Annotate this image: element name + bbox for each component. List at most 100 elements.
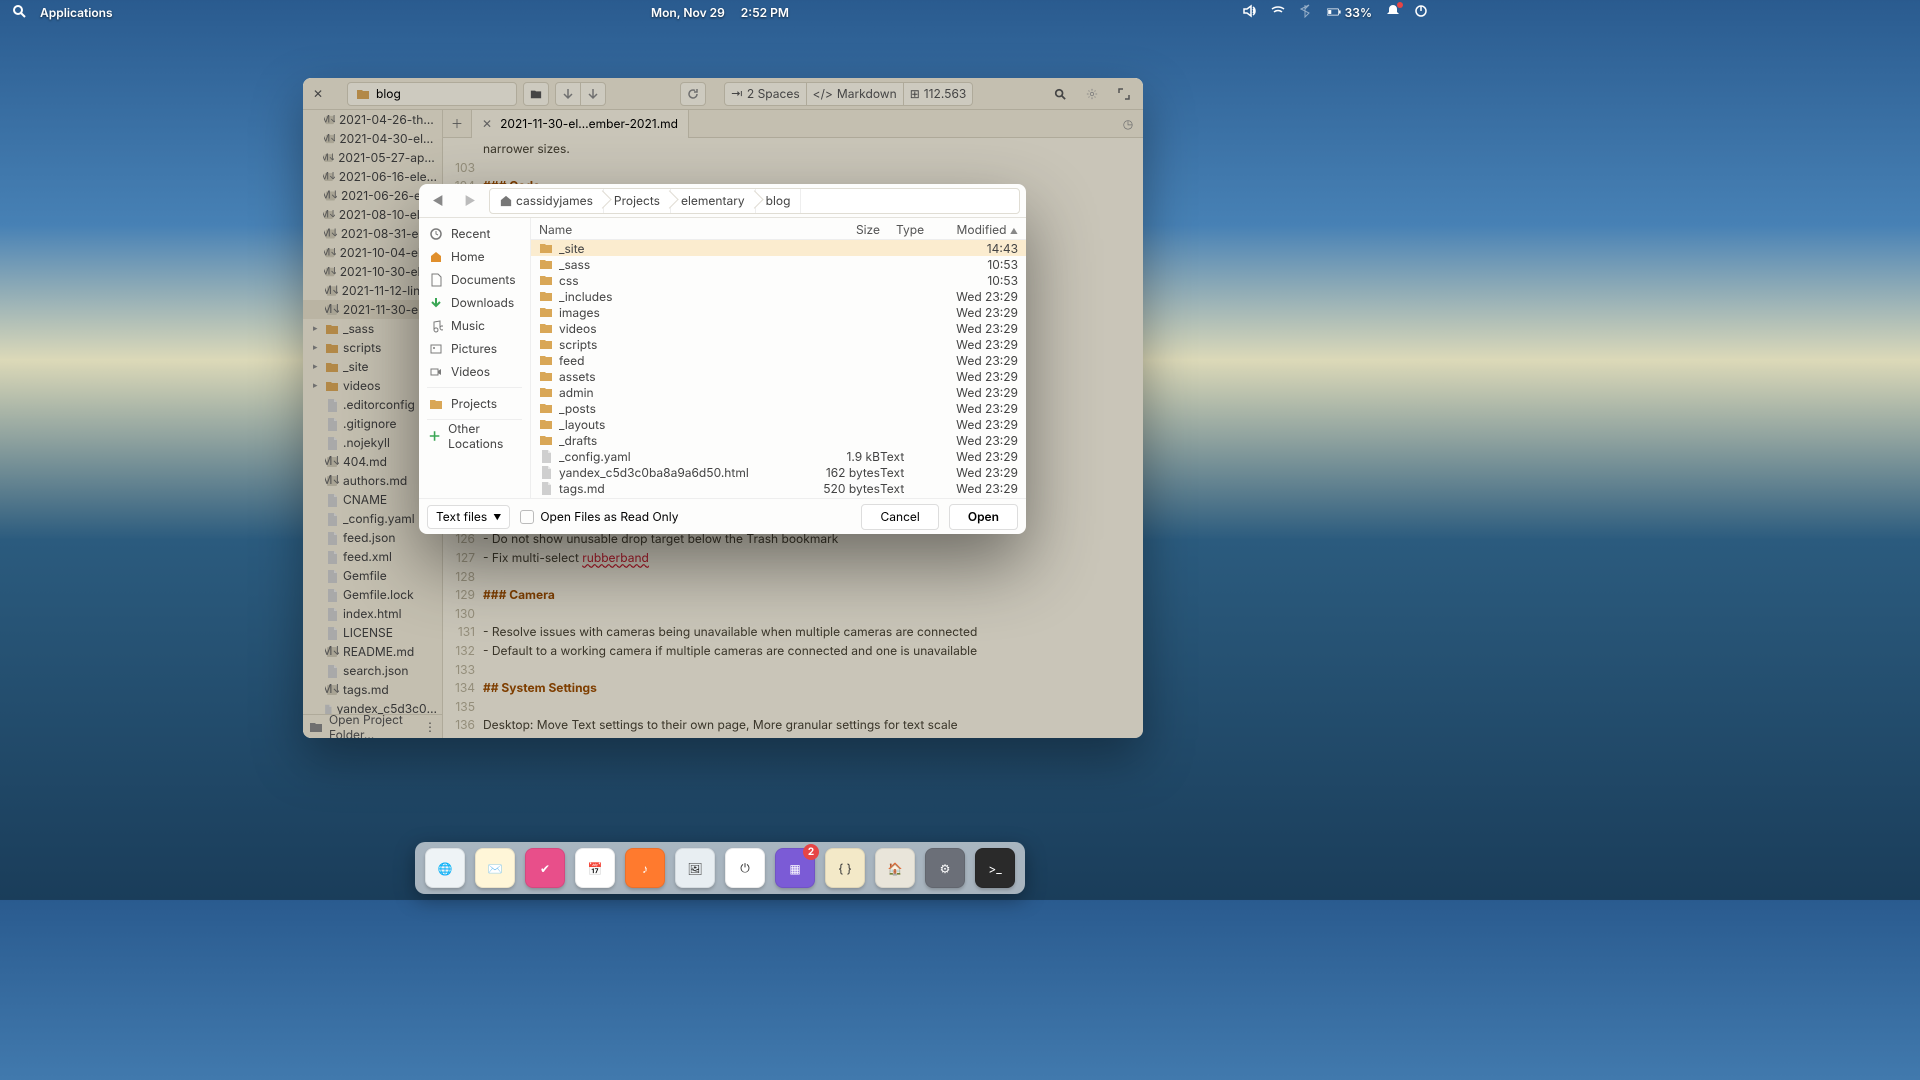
open-project-folder[interactable]: Open Project Folder…	[329, 712, 418, 739]
sidebar-item[interactable]: M↓tags.md	[303, 680, 442, 699]
sidebar-item[interactable]: Gemfile.lock	[303, 585, 442, 604]
settings-button[interactable]	[1079, 82, 1105, 106]
file-row[interactable]: _config.yaml1.9 kBTextWed 23:29	[531, 448, 1026, 464]
file-row[interactable]: _includesWed 23:29	[531, 288, 1026, 304]
window-close-button[interactable]: ✕	[309, 86, 327, 101]
file-row[interactable]: scriptsWed 23:29	[531, 336, 1026, 352]
file-row[interactable]: css10:53	[531, 272, 1026, 288]
sidebar-item[interactable]: M↓README.md	[303, 642, 442, 661]
dock-app-switch[interactable]: ⏻	[725, 848, 765, 888]
place-recent[interactable]: Recent	[419, 222, 530, 245]
other-locations[interactable]: Other Locations	[419, 424, 530, 447]
close-tab-icon[interactable]: ✕	[482, 116, 492, 131]
sidebar-item[interactable]: feed.xml	[303, 547, 442, 566]
indent-spaces[interactable]: ⇥ 2 Spaces	[724, 82, 807, 106]
breadcrumb-segment[interactable]: cassidyjames	[490, 189, 604, 213]
dock-app-files[interactable]: 🏠	[875, 848, 915, 888]
sidebar-item[interactable]: M↓2021-04-30-eleme…	[303, 129, 442, 148]
file-row[interactable]: _sass10:53	[531, 256, 1026, 272]
sidebar-item[interactable]: M↓2021-04-26-the-ne…	[303, 110, 442, 129]
file-row[interactable]: _draftsWed 23:29	[531, 432, 1026, 448]
dock-app-calendar[interactable]: 📅	[575, 848, 615, 888]
dock: 🌐✉️✔📅♪🖼⏻▦2{ }🏠⚙>_	[415, 842, 1025, 894]
search-icon[interactable]	[12, 4, 26, 21]
svg-text:M↓: M↓	[325, 683, 339, 696]
sidebar-item[interactable]: Gemfile	[303, 566, 442, 585]
file-row[interactable]: _postsWed 23:29	[531, 400, 1026, 416]
open-folder-button[interactable]	[523, 82, 549, 106]
place-downloads[interactable]: Downloads	[419, 291, 530, 314]
dock-app-music[interactable]: ♪	[625, 848, 665, 888]
svg-text:M↓: M↓	[325, 474, 339, 487]
file-row[interactable]: adminWed 23:29	[531, 384, 1026, 400]
file-row[interactable]: videosWed 23:29	[531, 320, 1026, 336]
open-button[interactable]: Open	[949, 504, 1018, 530]
code-toolbar: ✕ blog ⇥ 2 Spaces </> Markdown ⊞ 112.563	[303, 78, 1143, 110]
tab-bar: ＋ ✕ 2021-11-30-el…ember-2021.md ◷	[443, 110, 1143, 138]
nav-forward-button[interactable]: ▶	[457, 188, 483, 214]
top-panel: Applications Mon, Nov 29 2:52 PM 33%	[0, 0, 1440, 24]
new-tab-button[interactable]: ＋	[443, 115, 471, 132]
search-button[interactable]	[1047, 82, 1073, 106]
bluetooth-icon[interactable]	[1299, 4, 1313, 21]
file-row[interactable]: assetsWed 23:29	[531, 368, 1026, 384]
breadcrumb-segment[interactable]: blog	[756, 189, 802, 213]
panel-time[interactable]: 2:52 PM	[741, 5, 789, 20]
revert-button[interactable]	[680, 82, 706, 106]
language-mode[interactable]: </> Markdown	[806, 82, 904, 106]
save-button[interactable]	[555, 82, 581, 106]
svg-text:M↓: M↓	[325, 455, 339, 468]
svg-text:M↓: M↓	[324, 227, 337, 240]
wifi-icon[interactable]	[1271, 4, 1285, 21]
cancel-button[interactable]: Cancel	[861, 504, 938, 530]
tab-history-icon[interactable]: ◷	[1113, 116, 1143, 131]
sidebar-item[interactable]: index.html	[303, 604, 442, 623]
save-all-button[interactable]	[580, 82, 606, 106]
place-videos[interactable]: Videos	[419, 360, 530, 383]
sidebar-item[interactable]: search.json	[303, 661, 442, 680]
power-icon[interactable]	[1414, 4, 1428, 21]
dock-app-web[interactable]: 🌐	[425, 848, 465, 888]
place-documents[interactable]: Documents	[419, 268, 530, 291]
dock-app-tasks[interactable]: ✔	[525, 848, 565, 888]
place-pictures[interactable]: Pictures	[419, 337, 530, 360]
dock-app-appcenter[interactable]: ▦2	[775, 848, 815, 888]
dock-app-photos[interactable]: 🖼	[675, 848, 715, 888]
file-list-header[interactable]: Name Size Type Modified ▲	[531, 218, 1026, 240]
applications-menu[interactable]: Applications	[40, 5, 113, 20]
file-row[interactable]: tags.md520 bytesTextWed 23:29	[531, 480, 1026, 496]
sidebar-item[interactable]: M↓2021-06-16-elemen…	[303, 167, 442, 186]
breadcrumb[interactable]: cassidyjamesProjectselementaryblog	[489, 188, 1020, 214]
maximize-button[interactable]	[1111, 82, 1137, 106]
file-row[interactable]: _site14:43	[531, 240, 1026, 256]
place-music[interactable]: Music	[419, 314, 530, 337]
sidebar-item[interactable]: LICENSE	[303, 623, 442, 642]
file-row[interactable]: yandex_c5d3c0ba8a9a6d50.html162 bytesTex…	[531, 464, 1026, 480]
notifications-icon[interactable]	[1386, 4, 1400, 21]
path-field[interactable]: blog	[347, 82, 517, 106]
svg-text:M↓: M↓	[324, 189, 337, 202]
dock-app-mail[interactable]: ✉️	[475, 848, 515, 888]
cursor-position[interactable]: ⊞ 112.563	[903, 82, 974, 106]
sidebar-item[interactable]: M↓2021-05-27-appcent…	[303, 148, 442, 167]
breadcrumb-segment[interactable]: Projects	[604, 189, 671, 213]
nav-back-button[interactable]: ◀	[425, 188, 451, 214]
place-home[interactable]: Home	[419, 245, 530, 268]
file-type-filter[interactable]: Text files▼	[427, 505, 510, 529]
svg-text:M↓: M↓	[325, 303, 339, 316]
sidebar-menu-icon[interactable]: ⋮	[424, 719, 436, 734]
dock-app-code[interactable]: { }	[825, 848, 865, 888]
svg-text:M↓: M↓	[323, 171, 334, 182]
file-row[interactable]: feedWed 23:29	[531, 352, 1026, 368]
breadcrumb-segment[interactable]: elementary	[671, 189, 756, 213]
file-row[interactable]: _layoutsWed 23:29	[531, 416, 1026, 432]
sound-icon[interactable]	[1243, 4, 1257, 21]
place-projects[interactable]: Projects	[419, 392, 530, 415]
dock-app-settings[interactable]: ⚙	[925, 848, 965, 888]
read-only-checkbox[interactable]: Open Files as Read Only	[520, 509, 678, 524]
panel-date[interactable]: Mon, Nov 29	[651, 5, 725, 20]
file-row[interactable]: imagesWed 23:29	[531, 304, 1026, 320]
dock-app-terminal[interactable]: >_	[975, 848, 1015, 888]
editor-tab[interactable]: ✕ 2021-11-30-el…ember-2021.md	[471, 110, 689, 138]
battery-indicator[interactable]: 33%	[1327, 5, 1372, 20]
